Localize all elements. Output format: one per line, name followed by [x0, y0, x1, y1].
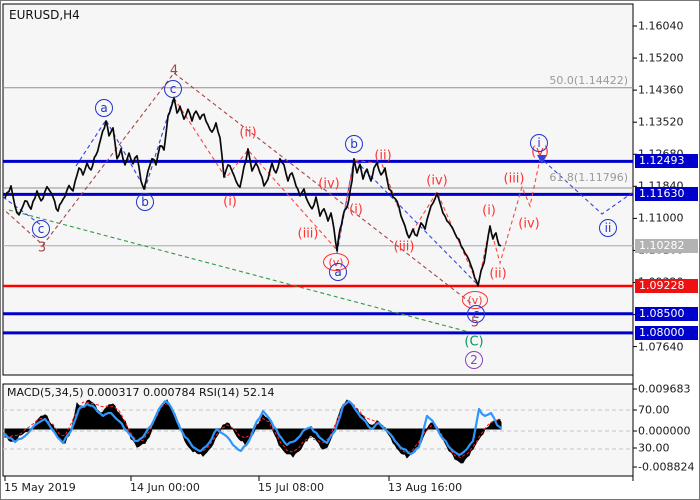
fib-618-label: 61.8(1.11796): [549, 172, 628, 183]
indicator-axis-label: -0.008824: [638, 462, 694, 473]
price-tick-label: 1.15200: [638, 53, 684, 64]
price-axis-badge: 1.10282: [635, 239, 698, 253]
wave-annotation: ii: [599, 219, 617, 237]
price-axis-badge: 1.11630: [635, 187, 698, 201]
wave-annotation: 5: [471, 317, 479, 330]
wave-annotation: c: [32, 220, 50, 238]
date-label: 14 Jun 00:00: [130, 482, 200, 493]
fib-50-label: 50.0(1.14422): [549, 75, 628, 86]
indicator-axis-label: 30.00: [638, 443, 670, 454]
wave-annotation: c: [164, 80, 182, 98]
indicator-axis-label: 0.009683: [638, 384, 691, 395]
price-tick-label: 1.14360: [638, 85, 684, 96]
wave-annotation: a: [329, 263, 347, 281]
symbol-timeframe-label: EURUSD,H4: [9, 9, 80, 21]
macd-rsi-title: MACD(5,34,5) 0.000317 0.000784 RSI(14) 5…: [7, 387, 274, 398]
price-tick-label: 1.07640: [638, 341, 684, 352]
date-label: 13 Aug 16:00: [388, 482, 462, 493]
wave-annotation: a: [95, 99, 113, 117]
wave-annotation: 4: [170, 65, 178, 78]
wave-annotation: (ii): [489, 268, 506, 281]
wave-annotation: (C): [464, 336, 483, 349]
wave-annotation: (iv): [426, 175, 447, 188]
wave-annotation: (i): [349, 204, 363, 217]
wave-annotation: (iv): [318, 178, 339, 191]
price-tick-label: 1.13520: [638, 117, 684, 128]
wave-annotation: (iii): [298, 228, 319, 241]
wave-annotation: i: [530, 134, 548, 152]
wave-annotation: (i): [223, 196, 237, 209]
wave-annotation: 2: [465, 351, 483, 369]
price-axis-badge: 1.09228: [635, 279, 698, 293]
price-axis-badge: 1.08500: [635, 307, 698, 321]
price-tick-label: 1.11000: [638, 213, 684, 224]
indicator-axis-label: 70.00: [638, 405, 670, 416]
indicator-axis-label: 0.000000: [638, 426, 691, 437]
wave-annotation: (i): [482, 205, 496, 218]
wave-annotation: b: [345, 135, 363, 153]
date-label: 15 Jul 08:00: [258, 482, 324, 493]
price-axis-badge: 1.12493: [635, 154, 698, 168]
chart-window: EURUSD,H4 MACD(5,34,5) 0.000317 0.000784…: [0, 0, 700, 500]
date-label: 15 May 2019: [4, 482, 76, 493]
wave-annotation: (iii): [504, 173, 525, 186]
wave-annotation: b: [136, 193, 154, 211]
wave-annotation: (ii): [374, 150, 391, 163]
price-tick-label: 1.16040: [638, 21, 684, 32]
wave-annotation: (ii): [239, 127, 256, 140]
wave-annotation: 3: [38, 242, 46, 255]
price-axis-badge: 1.08000: [635, 326, 698, 340]
wave-annotation: (iii): [394, 241, 415, 254]
wave-annotation: (iv): [518, 218, 539, 231]
